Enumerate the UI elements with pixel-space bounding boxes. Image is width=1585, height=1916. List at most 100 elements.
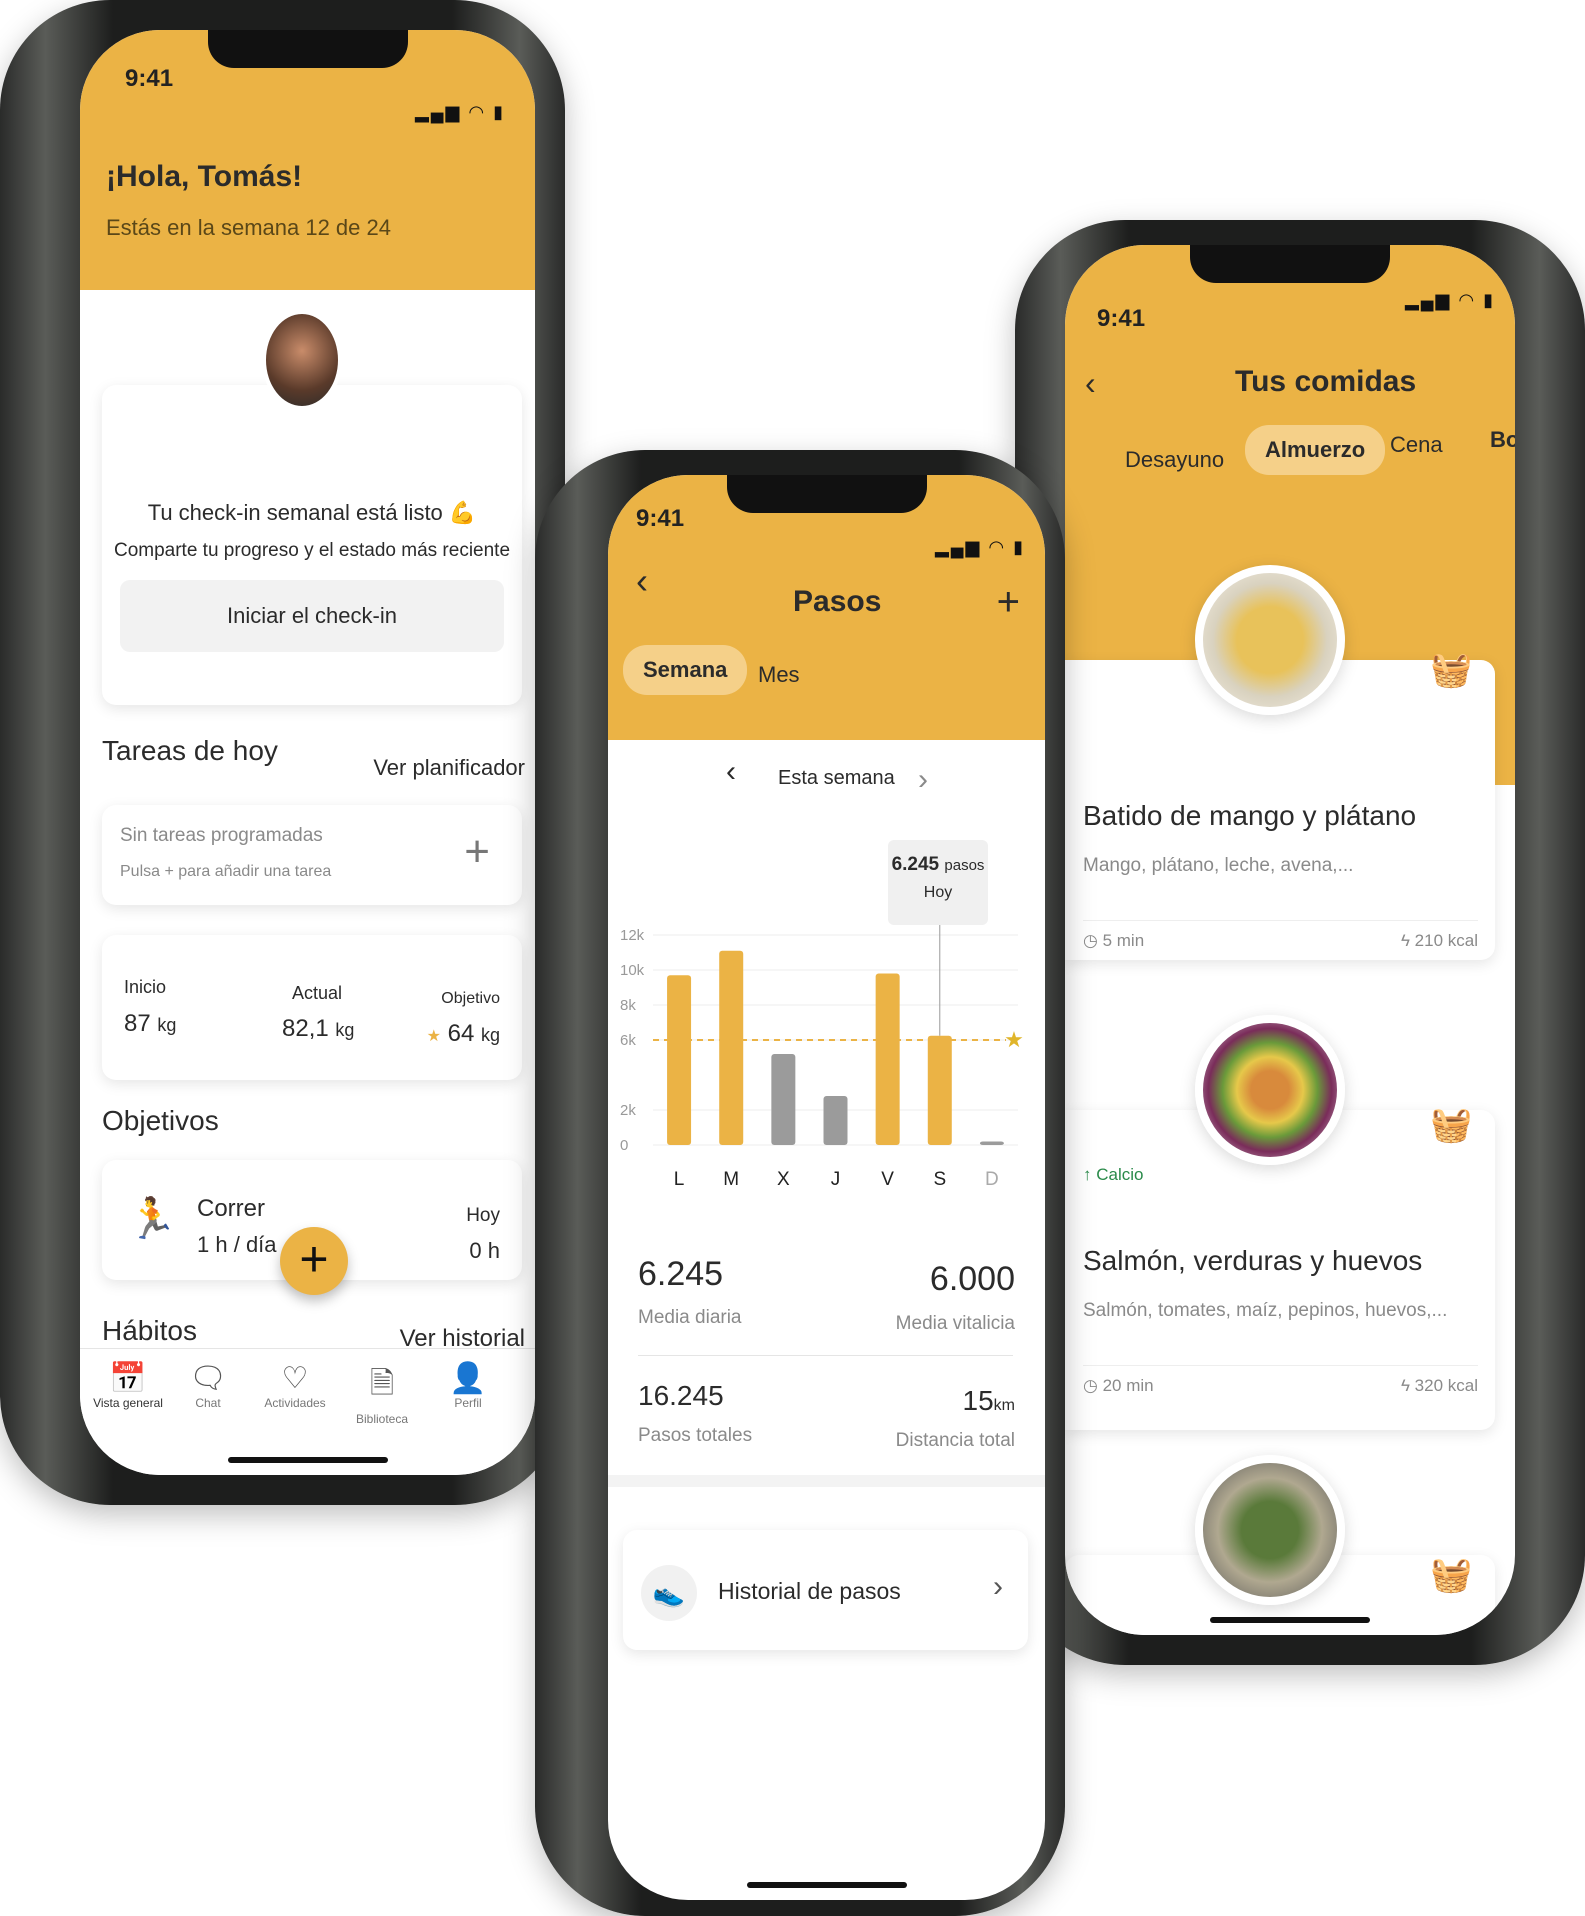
tab-mes[interactable]: Mes <box>738 650 820 700</box>
y-tick-label: 10k <box>620 962 645 979</box>
y-tick-label: 0 <box>620 1137 628 1154</box>
clock-icon: ◷ <box>1083 1376 1098 1395</box>
start-checkin-button[interactable]: Iniciar el check-in <box>120 580 504 652</box>
x-tick-label: J <box>831 1169 841 1190</box>
history-label: Historial de pasos <box>718 1578 901 1604</box>
total-distance-label: Distancia total <box>895 1430 1015 1451</box>
tab-bocadillo[interactable]: Boc <box>1470 415 1515 465</box>
bar-M <box>719 950 744 1145</box>
nav-vista-general[interactable]: 📅 Vista general <box>83 1361 173 1410</box>
bar-L <box>667 975 692 1145</box>
steps-title: Pasos <box>793 585 882 618</box>
no-tasks-text: Sin tareas programadas <box>120 825 323 846</box>
status-icons: ▂▄▆ ◠ ▮ <box>934 537 1025 557</box>
section-separator <box>608 1475 1045 1487</box>
add-fab-button[interactable]: + <box>280 1227 348 1295</box>
heart-pulse-icon: ♡ <box>281 1362 309 1395</box>
checkin-card: Tu check-in semanal está listo 💪 Compart… <box>102 385 522 705</box>
add-task-plus-icon[interactable]: + <box>464 827 490 877</box>
document-icon: 🗎 <box>369 1367 395 1400</box>
star-icon: ★ <box>426 1028 441 1045</box>
weight-unit: kg <box>157 1015 177 1035</box>
add-icon[interactable]: + <box>997 580 1020 625</box>
profile-icon: 👤 <box>449 1362 487 1395</box>
steps-screen: 9:41 ▂▄▆ ◠ ▮ ‹ Pasos + Semana Mes ‹ Esta… <box>608 475 1045 1900</box>
total-steps-value: 16.245 <box>638 1380 724 1411</box>
y-tick-label: 6k <box>620 1032 636 1049</box>
x-tick-label: V <box>881 1169 894 1190</box>
add-task-hint: Pulsa + para añadir una tarea <box>120 863 332 880</box>
weight-unit: kg <box>335 1020 355 1040</box>
tooltip-value: 6.245 <box>891 854 940 875</box>
tooltip-unit: pasos <box>944 857 985 874</box>
chat-icon: 🗨 <box>188 1362 228 1395</box>
clock-icon: ◷ <box>1083 931 1098 950</box>
weight-card: Inicio 87 kg Actual 82,1 kg Objetivo ★ 6… <box>102 935 522 1080</box>
tooltip-label: Hoy <box>923 884 953 901</box>
goals-title: Objetivos <box>102 1105 219 1136</box>
x-tick-label: D <box>985 1169 999 1190</box>
distance-unit: km <box>993 1397 1015 1414</box>
basket-check-icon[interactable]: 🧺 <box>1430 650 1472 690</box>
checkin-subtitle: Comparte tu progreso y el estado más rec… <box>113 540 511 561</box>
status-time: 9:41 <box>125 65 174 92</box>
basket-check-icon[interactable]: 🧺 <box>1430 1105 1472 1145</box>
runner-icon: 🏃 <box>127 1197 177 1241</box>
meal-name: Batido de mango y plátano <box>1083 800 1417 831</box>
y-tick-label: 2k <box>620 1102 636 1119</box>
chevron-right-icon: › <box>993 1570 1003 1603</box>
checkin-title: Tu check-in semanal está listo 💪 <box>147 500 477 525</box>
nav-chat[interactable]: 🗨 Chat <box>163 1361 253 1410</box>
planner-link[interactable]: Ver planificador <box>373 755 525 781</box>
meal-ingredients: Salmón, tomates, maíz, pepinos, huevos,.… <box>1083 1300 1448 1321</box>
meals-screen: 9:41 ▂▄▆ ◠ ▮ ‹ Tus comidas Desayuno Almu… <box>1065 245 1515 1635</box>
status-icons: ▂▄▆ ◠ ▮ <box>414 102 505 122</box>
calendar-check-icon: 📅 <box>109 1362 147 1395</box>
tab-semana[interactable]: Semana <box>623 645 748 695</box>
y-tick-label: 12k <box>620 927 645 944</box>
tab-cena[interactable]: Cena <box>1370 420 1463 470</box>
prev-week-icon[interactable]: ‹ <box>726 755 736 789</box>
daily-average-value: 6.245 <box>638 1255 724 1293</box>
steps-chart: 0 2k 6k 8k 10k 12k L M X J V S D ★ <box>620 915 1024 1190</box>
lifetime-average-label: Media vitalicia <box>895 1313 1015 1334</box>
goal-name: Correr <box>197 1195 266 1222</box>
notch <box>207 30 408 68</box>
basket-check-icon[interactable]: 🧺 <box>1430 1555 1472 1595</box>
goal-target-unit: h / día <box>215 1232 277 1257</box>
meal-kcal: 210 kcal <box>1414 931 1478 950</box>
week-progress: Estás en la semana 12 de 24 <box>106 215 391 240</box>
tab-desayuno[interactable]: Desayuno <box>1105 435 1244 485</box>
status-icons: ▂▄▆ ◠ ▮ <box>1404 290 1495 310</box>
next-week-icon[interactable]: › <box>918 763 928 797</box>
today-value: 0 <box>469 1238 482 1263</box>
goal-weight-label: Objetivo <box>441 990 500 1007</box>
back-icon[interactable]: ‹ <box>1085 365 1096 402</box>
home-indicator <box>227 1457 388 1463</box>
mango-smoothie-image <box>1195 565 1345 715</box>
actual-weight-label: Actual <box>292 983 343 1003</box>
salad-image <box>1195 1455 1345 1605</box>
meal-kcal: 320 kcal <box>1414 1376 1478 1395</box>
tasks-title: Tareas de hoy <box>102 735 278 766</box>
chart-tooltip: 6.245 pasos Hoy <box>888 840 988 925</box>
back-icon[interactable]: ‹ <box>636 560 648 602</box>
tab-almuerzo[interactable]: Almuerzo <box>1245 425 1386 475</box>
meal-ingredients: Mango, plátano, leche, avena,... <box>1083 855 1354 876</box>
nav-actividades[interactable]: ♡ Actividades <box>250 1361 340 1410</box>
bar-D <box>979 1141 1004 1145</box>
shoe-icon: 👟 <box>641 1565 697 1621</box>
nav-perfil[interactable]: 👤 Perfil <box>423 1361 513 1410</box>
start-weight: 87 <box>124 1010 151 1037</box>
actual-weight: 82,1 <box>282 1015 329 1042</box>
meal-name: Salmón, verduras y huevos <box>1083 1245 1423 1276</box>
step-history-row[interactable]: 👟 Historial de pasos › <box>623 1530 1028 1650</box>
avatar[interactable] <box>262 310 342 410</box>
nav-biblioteca[interactable]: 🗎 Biblioteca <box>337 1361 427 1426</box>
phone-steps: 9:41 ▂▄▆ ◠ ▮ ‹ Pasos + Semana Mes ‹ Esta… <box>535 450 1065 1916</box>
habits-title: Hábitos <box>102 1315 197 1346</box>
x-tick-label: X <box>777 1169 790 1190</box>
overview-screen: 9:41 ▂▄▆ ◠ ▮ ¡Hola, Tomás! Estás en la s… <box>80 30 535 1475</box>
phone-meals: 9:41 ▂▄▆ ◠ ▮ ‹ Tus comidas Desayuno Almu… <box>1015 220 1585 1665</box>
period-label: Esta semana <box>778 767 895 789</box>
